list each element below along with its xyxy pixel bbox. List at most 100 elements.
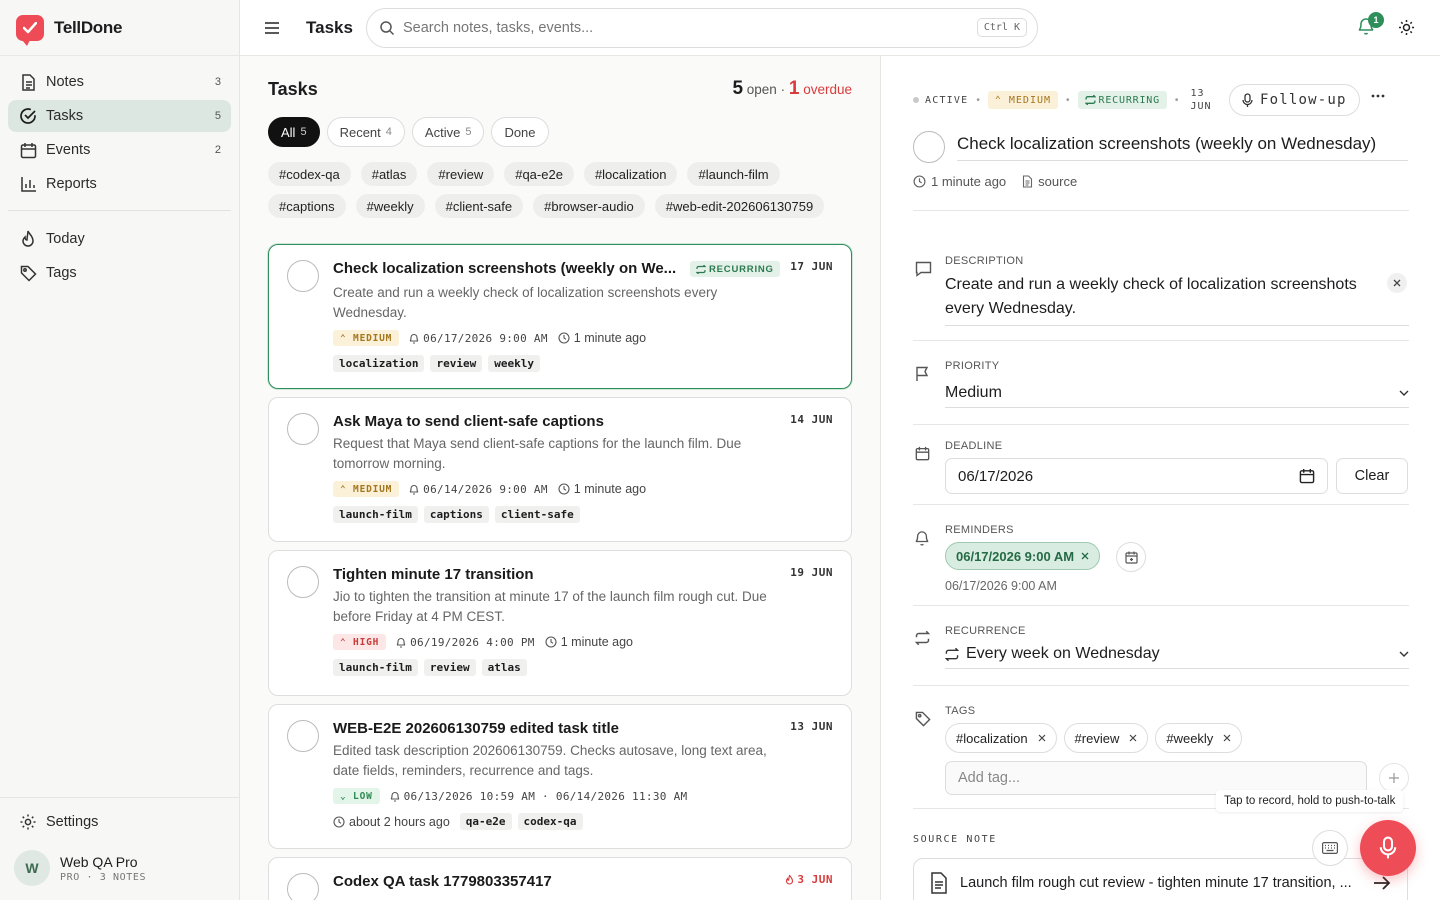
notifications-button[interactable]: 1 [1358, 12, 1384, 35]
reminder-chip[interactable]: 06/17/2026 9:00 AM [945, 542, 1101, 570]
filter-active[interactable]: Active 5 [411, 117, 485, 147]
reminders-label: REMINDERS [945, 524, 1014, 536]
record-voice-button[interactable] [1360, 820, 1416, 876]
recurrence-select[interactable]: Every week on Wednesday [945, 645, 1409, 669]
check-circle-icon [18, 106, 38, 126]
sidebar-item-reports[interactable]: Reports [8, 168, 231, 200]
search-placeholder: Search notes, tasks, events... [403, 19, 594, 36]
task-checkbox[interactable] [287, 413, 319, 445]
theme-toggle-button[interactable] [1398, 19, 1415, 36]
tag-filter-chip[interactable]: #weekly [355, 194, 425, 218]
task-card-selected[interactable]: Check localization screenshots (weekly o… [268, 244, 852, 389]
priority-badge: ⌃ MEDIUM [333, 330, 400, 346]
clear-deadline-button[interactable]: Clear [1336, 458, 1408, 494]
keyboard-input-button[interactable] [1312, 830, 1348, 866]
sidebar-item-today[interactable]: Today [8, 223, 231, 255]
reminders-field: REMINDERS 06/17/2026 9:00 AM 06/17/2026 … [913, 524, 1409, 604]
task-checkbox[interactable] [287, 260, 319, 292]
close-icon[interactable] [1081, 552, 1089, 560]
sidebar: TellDone Notes 3 Tasks 5 Events 2 Report… [0, 0, 240, 900]
repeat-icon [696, 264, 706, 274]
source-link[interactable]: source [1022, 174, 1077, 189]
tag-filter-chip[interactable]: #atlas [360, 162, 418, 186]
bell-icon [409, 484, 419, 495]
task-description: Create and run a weekly check of localiz… [333, 285, 718, 320]
task-tag: launch-film [333, 506, 418, 523]
description-text: Create and run a weekly check of localiz… [945, 276, 1357, 317]
task-checkbox[interactable] [287, 720, 319, 752]
filter-all[interactable]: All 5 [268, 117, 320, 147]
sidebar-item-tasks[interactable]: Tasks 5 [8, 100, 231, 132]
deadline-date-input[interactable]: 06/17/2026 [945, 458, 1328, 494]
filter-count: 5 [300, 126, 307, 138]
reminder-text: 06/19/2026 4:00 PM [410, 635, 535, 649]
task-card[interactable]: WEB-E2E 202606130759 edited task title E… [268, 704, 852, 849]
task-counts: 5 open · 1 overdue [732, 78, 852, 100]
close-icon[interactable] [1129, 734, 1137, 742]
filter-count: 4 [385, 126, 392, 138]
tag-filter-chip[interactable]: #captions [268, 194, 346, 218]
task-tag: launch-film [333, 659, 418, 676]
task-tag: client-safe [494, 506, 580, 523]
app-name: TellDone [54, 17, 123, 37]
tag-filter-chip[interactable]: #browser-audio [533, 194, 645, 218]
deadline-field: DEADLINE 06/17/2026 Clear [913, 440, 1409, 500]
tag-chip[interactable]: #localization [945, 723, 1057, 753]
tag-filter-chip[interactable]: #client-safe [434, 194, 524, 218]
sidebar-item-events[interactable]: Events 2 [8, 134, 231, 166]
keyboard-icon [1322, 842, 1338, 854]
tag-filter-chip[interactable]: #codex-qa [268, 162, 351, 186]
add-reminder-button[interactable] [1116, 542, 1146, 572]
repeat-icon [915, 631, 930, 645]
follow-up-button[interactable]: Follow-up [1229, 84, 1360, 116]
task-card[interactable]: Ask Maya to send client-safe captions Re… [268, 397, 852, 542]
filter-recent[interactable]: Recent 4 [326, 117, 405, 147]
tag-filter-chip[interactable]: #qa-e2e [504, 162, 574, 186]
sidebar-item-label: Reports [46, 176, 97, 192]
description-field: DESCRIPTION Create and run a weekly chec… [913, 255, 1409, 341]
search-input[interactable]: Search notes, tasks, events... Ctrl K [366, 7, 1038, 48]
tag-chip[interactable]: #weekly [1155, 723, 1243, 753]
task-checkbox[interactable] [287, 873, 319, 900]
filter-done[interactable]: Done [491, 117, 549, 147]
tag-chip-label: #review [1074, 730, 1120, 746]
close-icon[interactable] [1038, 734, 1046, 742]
sun-icon [1398, 19, 1415, 36]
priority-select[interactable]: Medium [945, 384, 1409, 408]
open-label: open [746, 82, 777, 97]
tag-filter-chip[interactable]: #web-edit-202606130759 [654, 194, 825, 218]
description-label: DESCRIPTION [945, 255, 1024, 267]
clear-description-icon[interactable] [1387, 273, 1407, 293]
task-checkbox[interactable] [287, 566, 319, 598]
repeat-icon [945, 647, 959, 661]
sidebar-item-notes[interactable]: Notes 3 [8, 66, 231, 98]
tag-filter-chip[interactable]: #launch-film [687, 162, 780, 186]
brand[interactable]: TellDone [0, 0, 239, 56]
task-card[interactable]: Codex QA task 1779803357417 3 JUN [268, 857, 852, 900]
tag-chip[interactable]: #review [1063, 723, 1149, 753]
menu-icon[interactable] [265, 21, 283, 34]
more-options-icon[interactable] [1371, 94, 1385, 98]
tag-filter-chip[interactable]: #review [427, 162, 495, 186]
sidebar-item-tags[interactable]: Tags [8, 257, 231, 289]
divider [913, 424, 1409, 425]
task-card[interactable]: Tighten minute 17 transition Jio to tigh… [268, 550, 852, 696]
task-title-input[interactable]: Check localization screenshots (weekly o… [957, 134, 1408, 161]
add-tag-button[interactable] [1379, 763, 1409, 793]
close-icon[interactable] [1223, 734, 1231, 742]
task-tag: weekly [488, 355, 540, 372]
sidebar-item-label: Notes [46, 74, 84, 90]
document-icon [1022, 175, 1033, 188]
task-complete-checkbox[interactable] [913, 131, 945, 163]
task-tag: review [430, 355, 483, 372]
task-description: Jio to tighten the transition at minute … [333, 589, 767, 624]
user-profile[interactable]: W Web QA Pro PRO · 3 NOTES [8, 840, 232, 886]
filter-count: 5 [465, 126, 472, 138]
sidebar-item-settings[interactable]: Settings [8, 806, 232, 838]
tag-filter-chip[interactable]: #localization [583, 162, 678, 186]
reminder-chip-label: 06/17/2026 9:00 AM [956, 548, 1075, 564]
chevron-up-icon: ⌃ [340, 636, 354, 648]
calendar-icon[interactable] [1299, 468, 1315, 484]
task-title: Check localization screenshots (weekly o… [333, 260, 677, 277]
description-textarea[interactable]: Create and run a weekly check of localiz… [945, 273, 1409, 326]
